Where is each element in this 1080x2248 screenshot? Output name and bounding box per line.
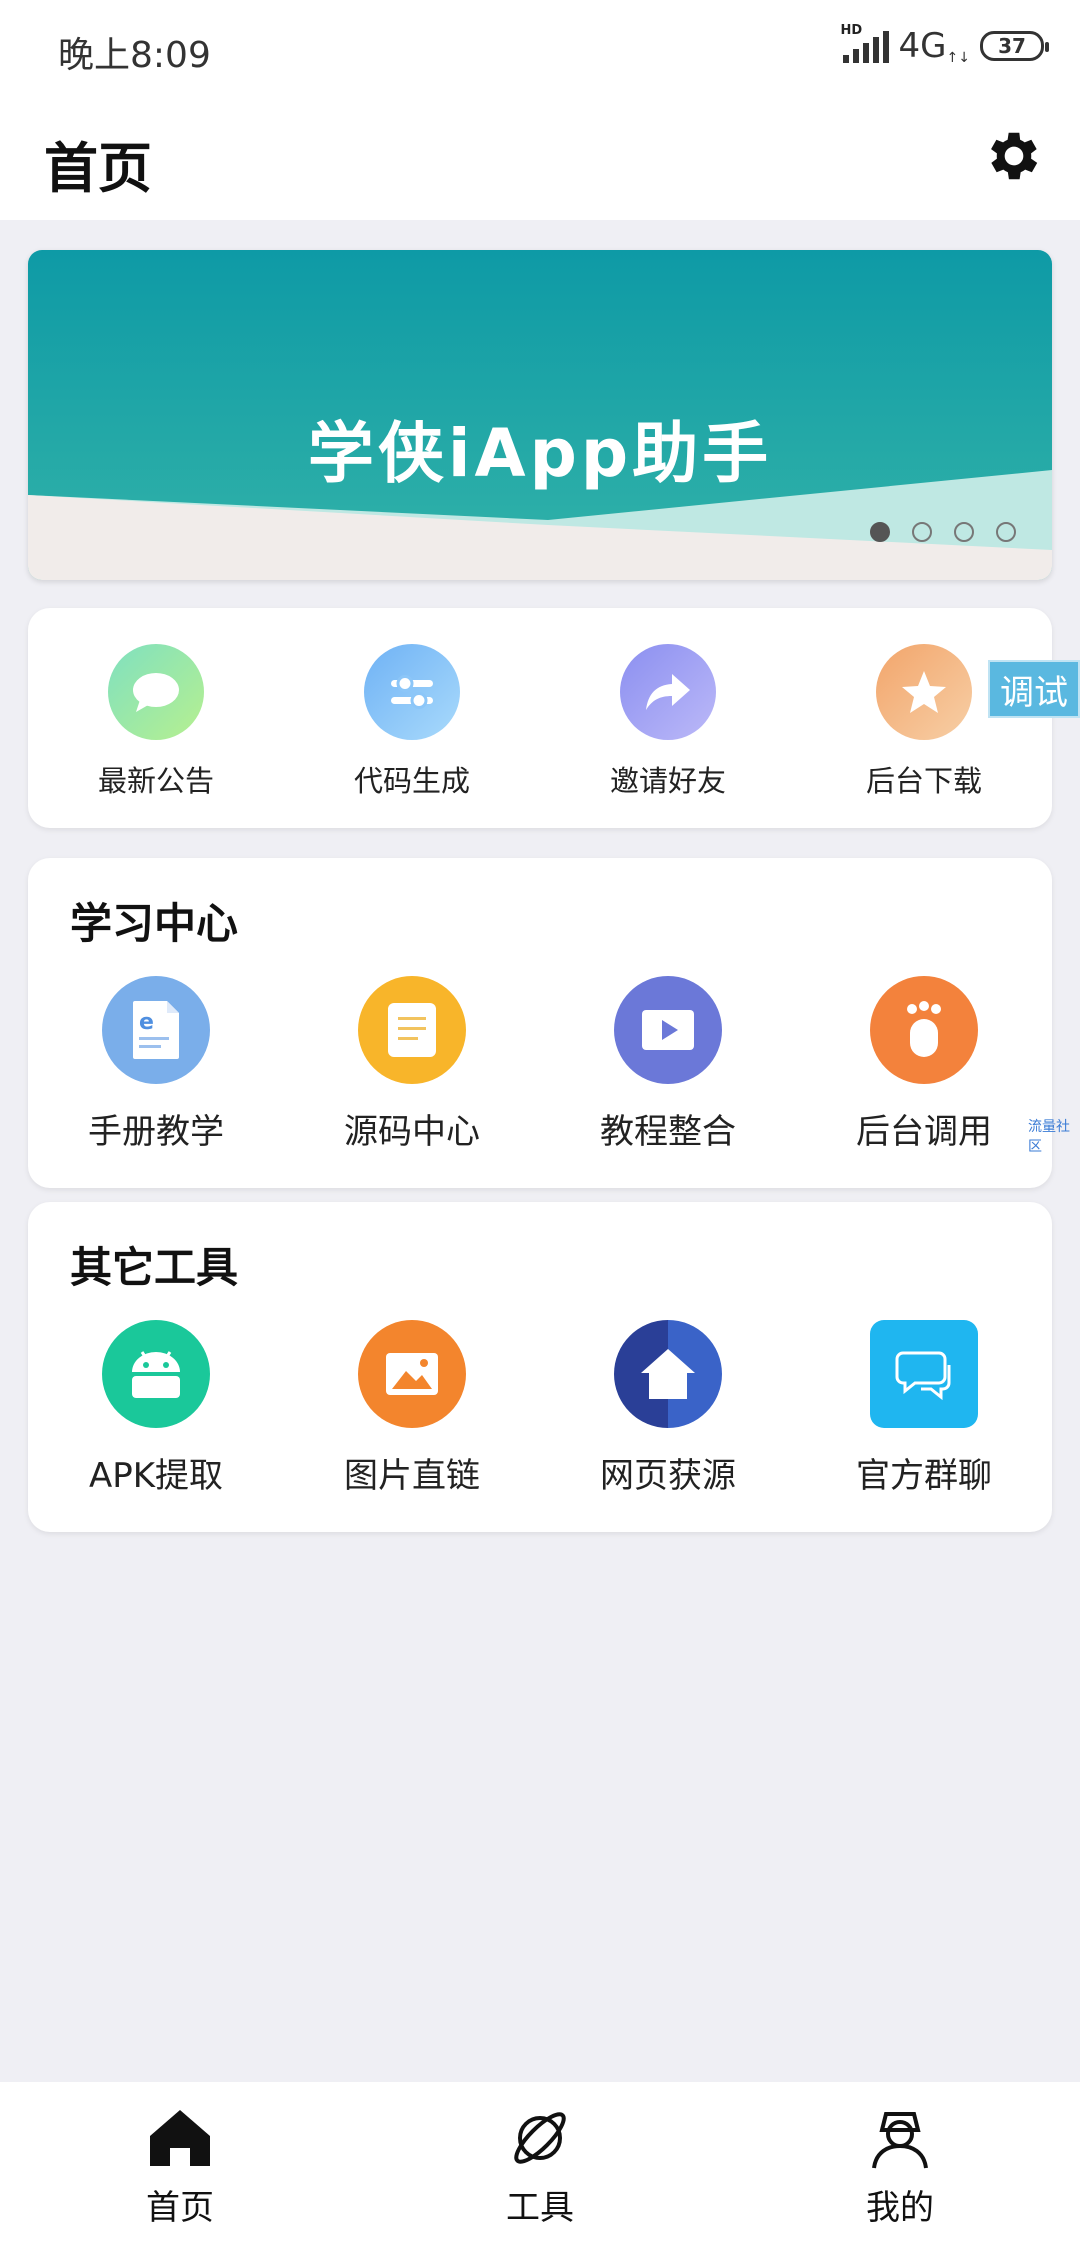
tool-item-label: APK提取: [88, 1456, 224, 1496]
chat-bubble-icon: [108, 644, 204, 740]
status-indicators: HD 4G↑↓ 37: [841, 23, 1049, 66]
debug-button[interactable]: 调试: [988, 660, 1080, 718]
banner-carousel[interactable]: 学侠iApp助手: [28, 250, 1052, 580]
tab-label: 工具: [506, 2188, 574, 2228]
tool-item-web-source[interactable]: 网页获源: [540, 1320, 796, 1497]
image-icon: [358, 1320, 466, 1428]
sliders-icon: [364, 644, 460, 740]
tab-label: 我的: [866, 2188, 934, 2228]
star-icon: [876, 644, 972, 740]
learn-item-tutorials[interactable]: 教程整合: [540, 976, 796, 1153]
notes-icon: [358, 976, 466, 1084]
learning-center-card: 学习中心 e 手册教学 源码中心 教程整合 后台调用: [28, 858, 1052, 1188]
learn-item-manual[interactable]: e 手册教学: [28, 976, 284, 1153]
quick-item-label: 代码生成: [353, 764, 470, 798]
learn-item-label: 教程整合: [600, 1112, 736, 1152]
tool-item-label: 官方群聊: [856, 1456, 992, 1496]
learn-item-label: 源码中心: [344, 1112, 480, 1152]
other-tools-card: 其它工具 APK提取 图片直链 网页获源 官方群聊: [28, 1202, 1052, 1532]
svg-text:e: e: [139, 1010, 154, 1035]
tool-item-apk[interactable]: APK提取: [28, 1320, 284, 1497]
learn-item-label: 手册教学: [88, 1112, 224, 1152]
network-type: 4G↑↓: [898, 26, 970, 66]
tool-item-image-link[interactable]: 图片直链: [284, 1320, 540, 1497]
share-arrow-icon: [620, 644, 716, 740]
carousel-indicator: [870, 522, 1016, 542]
tool-item-label: 网页获源: [600, 1456, 736, 1496]
video-play-icon: [614, 976, 722, 1084]
learn-item-backend[interactable]: 后台调用: [796, 976, 1052, 1153]
carousel-dot-1[interactable]: [870, 522, 890, 542]
home-icon: [150, 2110, 210, 2166]
section-title: 其它工具: [70, 1243, 239, 1292]
page-title: 首页: [44, 137, 152, 200]
user-icon: [872, 2112, 928, 2169]
bottom-tab-bar: 首页 工具 我的: [0, 2082, 1080, 2248]
quick-item-code-gen[interactable]: 代码生成: [284, 644, 540, 800]
planet-icon: [514, 2112, 566, 2164]
quick-item-label: 邀请好友: [609, 764, 726, 798]
status-time: 晚上8:09: [58, 35, 211, 76]
quick-item-label: 最新公告: [97, 764, 214, 798]
quick-item-label: 后台下载: [865, 764, 982, 798]
quick-item-announcement[interactable]: 最新公告: [28, 644, 284, 800]
gear-icon[interactable]: [982, 124, 1046, 188]
learn-item-label: 后台调用: [856, 1112, 992, 1152]
tab-label: 首页: [146, 2188, 214, 2228]
footprint-icon: [870, 976, 978, 1084]
tool-item-label: 图片直链: [344, 1456, 480, 1496]
carousel-dot-2[interactable]: [912, 522, 932, 542]
tool-item-group-chat[interactable]: 官方群聊: [796, 1320, 1052, 1497]
carousel-dot-4[interactable]: [996, 522, 1016, 542]
signal-icon: HD: [841, 23, 889, 63]
tab-home[interactable]: 首页: [0, 2082, 360, 2248]
battery-level: 37: [998, 34, 1026, 58]
app-header: 首页: [0, 96, 1080, 220]
android-icon: [102, 1320, 210, 1428]
learn-item-source[interactable]: 源码中心: [284, 976, 540, 1153]
quick-item-invite[interactable]: 邀请好友: [540, 644, 796, 800]
status-bar: 晚上8:09 HD 4G↑↓ 37: [0, 0, 1080, 96]
tab-mine[interactable]: 我的: [720, 2082, 1080, 2248]
section-title: 学习中心: [70, 899, 239, 948]
carousel-dot-3[interactable]: [954, 522, 974, 542]
chat-group-icon: [870, 1320, 978, 1428]
watermark-text: 流量社区: [1028, 1119, 1070, 1155]
quick-actions-card: 最新公告 代码生成 邀请好友 后台下载: [28, 608, 1052, 828]
battery-icon: 37: [980, 31, 1049, 61]
house-icon: [614, 1320, 722, 1428]
document-icon: e: [102, 976, 210, 1084]
banner-title: 学侠iApp助手: [307, 415, 773, 492]
tab-tools[interactable]: 工具: [360, 2082, 720, 2248]
